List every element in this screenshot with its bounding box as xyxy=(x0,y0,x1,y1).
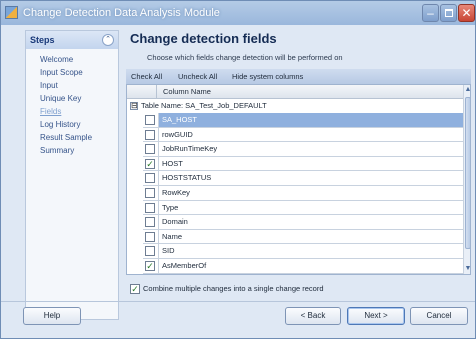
column-header: Column Name xyxy=(127,85,463,99)
check-all-button[interactable]: Check All xyxy=(131,72,162,81)
row-checkbox[interactable] xyxy=(145,231,155,242)
table-row[interactable]: HOSTSTATUS xyxy=(127,171,463,186)
column-name-cell[interactable]: Name xyxy=(159,230,463,245)
checkbox-cell xyxy=(143,200,159,216)
table-row[interactable]: Domain xyxy=(127,215,463,230)
grid-toolbar: Check All Uncheck All Hide system column… xyxy=(126,69,471,84)
checkbox-cell xyxy=(143,142,159,157)
collapse-icon[interactable]: ⌃ xyxy=(102,34,114,46)
table-row[interactable]: rowGUID xyxy=(127,127,463,143)
row-checkbox[interactable] xyxy=(145,188,155,198)
row-checkbox[interactable] xyxy=(145,144,155,155)
column-name-header[interactable]: Column Name xyxy=(163,87,211,96)
scroll-down-icon[interactable]: ▼ xyxy=(464,264,470,274)
collapse-group-icon[interactable]: ⊟ xyxy=(130,102,138,110)
checkbox-cell xyxy=(143,113,159,128)
step-list: Welcome Input Scope Input Unique Key Fields L… xyxy=(26,49,118,157)
checkbox-cell xyxy=(143,229,159,245)
group-label: Table Name: SA_Test_Job_DEFAULT xyxy=(141,101,267,110)
column-name-cell[interactable]: HOSTSTATUS xyxy=(159,171,463,186)
scroll-thumb[interactable] xyxy=(465,97,470,249)
column-name-cell[interactable]: AsMemberOf xyxy=(159,259,463,274)
next-button[interactable]: Next > xyxy=(347,307,405,325)
steps-header: Steps ⌃ xyxy=(26,31,118,49)
back-button[interactable]: < Back xyxy=(285,307,341,325)
combine-checkbox[interactable]: ✓ xyxy=(130,284,140,294)
step-item[interactable]: Fields xyxy=(40,105,118,118)
column-name-cell[interactable]: Domain xyxy=(159,215,463,230)
step-item[interactable]: Input xyxy=(40,79,118,92)
minimize-button[interactable]: – xyxy=(422,4,439,22)
checkbox-cell xyxy=(143,215,159,230)
page-subtitle: Choose which fields change detection wil… xyxy=(147,53,343,62)
combine-label[interactable]: Combine multiple changes into a single c… xyxy=(143,284,324,293)
checkbox-cell xyxy=(143,244,159,259)
page-title: Change detection fields xyxy=(130,31,277,46)
row-checkbox[interactable] xyxy=(145,129,155,140)
hide-system-columns-button[interactable]: Hide system columns xyxy=(232,72,303,81)
column-name-cell[interactable]: HOST xyxy=(159,157,463,172)
row-checkbox[interactable]: ✓ xyxy=(145,158,155,169)
group-row: ⊟ Table Name: SA_Test_Job_DEFAULT xyxy=(127,99,463,113)
checkbox-cell xyxy=(143,186,159,201)
row-checkbox[interactable]: ✓ xyxy=(145,261,155,271)
steps-panel: Steps ⌃ Welcome Input Scope Input Unique Ke… xyxy=(25,30,119,320)
step-item[interactable]: Input Scope xyxy=(40,66,118,79)
column-name-cell[interactable]: JobRunTimeKey xyxy=(159,142,463,157)
close-button[interactable]: ✕ xyxy=(458,4,475,22)
wizard-window: Change Detection Data Analysis Module – … xyxy=(0,0,476,339)
column-name-cell[interactable]: SA_HOST xyxy=(159,113,463,128)
checkbox-cell: ✓ xyxy=(143,259,159,274)
step-item[interactable]: Unique Key xyxy=(40,92,118,105)
column-name-cell[interactable]: rowGUID xyxy=(159,128,463,143)
footer-divider xyxy=(1,301,475,302)
row-checkbox[interactable] xyxy=(145,173,155,184)
checkbox-cell xyxy=(143,171,159,186)
table-row[interactable]: JobRunTimeKey xyxy=(127,142,463,157)
maximize-button[interactable] xyxy=(440,4,457,22)
column-name-cell[interactable]: SID xyxy=(159,244,463,259)
steps-title: Steps xyxy=(30,35,55,45)
table-row[interactable]: ✓ HOST xyxy=(127,156,463,172)
checkbox-cell: ✓ xyxy=(143,156,159,172)
scroll-up-icon[interactable]: ▲ xyxy=(464,85,470,95)
row-checkbox[interactable] xyxy=(145,202,155,213)
fields-grid: Column Name ⊟ Table Name: SA_Test_Job_DE… xyxy=(126,84,471,275)
cancel-button[interactable]: Cancel xyxy=(410,307,468,325)
vertical-scrollbar[interactable]: ▲ ▼ xyxy=(463,85,470,274)
row-checkbox[interactable] xyxy=(145,246,155,257)
column-name-cell[interactable]: RowKey xyxy=(159,186,463,201)
table-row[interactable]: SA_HOST xyxy=(127,113,463,128)
app-icon xyxy=(5,6,18,19)
row-checkbox[interactable] xyxy=(145,217,155,228)
step-item[interactable]: Result Sample xyxy=(40,131,118,144)
step-item[interactable]: Summary xyxy=(40,144,118,157)
checkbox-cell xyxy=(143,127,159,143)
row-selector-header xyxy=(127,85,157,99)
table-row[interactable]: ✓ AsMemberOf xyxy=(127,259,463,274)
title-bar[interactable]: Change Detection Data Analysis Module – … xyxy=(1,1,475,25)
step-item[interactable]: Welcome xyxy=(40,53,118,66)
table-row[interactable]: Name xyxy=(127,229,463,245)
table-row[interactable]: SID xyxy=(127,244,463,259)
row-checkbox[interactable] xyxy=(145,115,155,125)
maximize-icon xyxy=(445,9,453,17)
window-title: Change Detection Data Analysis Module xyxy=(23,7,220,19)
table-row[interactable]: Type xyxy=(127,200,463,216)
step-item[interactable]: Log History xyxy=(40,118,118,131)
uncheck-all-button[interactable]: Uncheck All xyxy=(178,72,217,81)
column-name-cell[interactable]: Type xyxy=(159,201,463,216)
table-row[interactable]: RowKey xyxy=(127,186,463,201)
help-button[interactable]: Help xyxy=(23,307,81,325)
